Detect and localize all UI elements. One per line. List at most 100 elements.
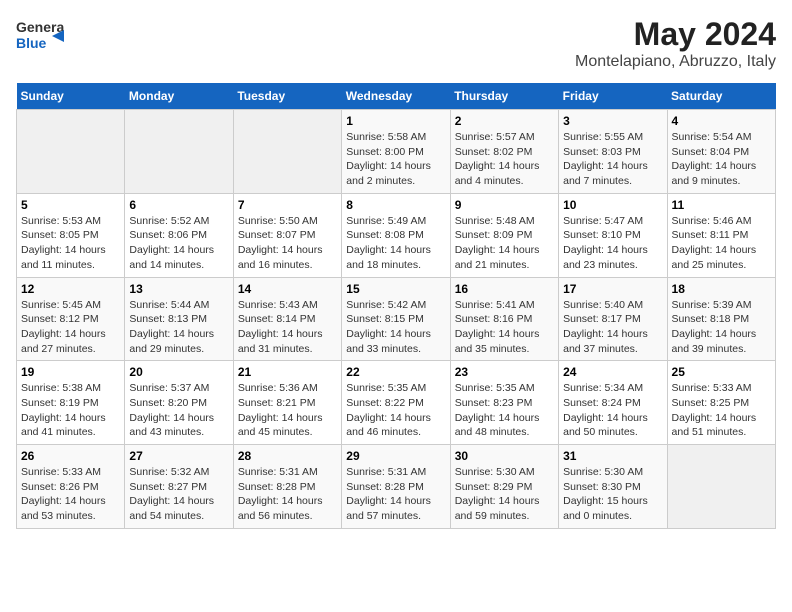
day-number: 1 [346, 114, 445, 128]
location-title: Montelapiano, Abruzzo, Italy [575, 53, 776, 71]
calendar-header-row: SundayMondayTuesdayWednesdayThursdayFrid… [17, 83, 776, 110]
calendar-cell [233, 110, 341, 194]
calendar-cell: 13Sunrise: 5:44 AM Sunset: 8:13 PM Dayli… [125, 277, 233, 361]
calendar-cell: 17Sunrise: 5:40 AM Sunset: 8:17 PM Dayli… [559, 277, 667, 361]
column-header-wednesday: Wednesday [342, 83, 450, 110]
calendar-cell: 26 Sunrise: 5:33 AM Sunset: 8:26 PM Dayli… [17, 445, 125, 529]
month-title: May 2024 [575, 16, 776, 53]
day-info: Sunrise: 5:33 AM Sunset: 8:25 PM Dayligh… [672, 381, 771, 440]
calendar-cell: 19 Sunrise: 5:38 AM Sunset: 8:19 PM Dayli… [17, 361, 125, 445]
calendar-cell: 5 Sunrise: 5:53 AM Sunset: 8:05 PM Daylig… [17, 193, 125, 277]
day-number: 20 [129, 365, 228, 379]
day-number: 26 [21, 449, 120, 463]
day-number: 3 [563, 114, 662, 128]
day-number: 23 [455, 365, 554, 379]
calendar-cell: 12 Sunrise: 5:45 AM Sunset: 8:12 PM Dayli… [17, 277, 125, 361]
calendar-cell: 8Sunrise: 5:49 AM Sunset: 8:08 PM Daylig… [342, 193, 450, 277]
calendar-week-row: 5 Sunrise: 5:53 AM Sunset: 8:05 PM Daylig… [17, 193, 776, 277]
day-info: Sunrise: 5:57 AM Sunset: 8:02 PM Dayligh… [455, 130, 554, 189]
calendar-cell: 10 Sunrise: 5:47 AM Sunset: 8:10 PM Dayli… [559, 193, 667, 277]
calendar-cell: 20Sunrise: 5:37 AM Sunset: 8:20 PM Dayli… [125, 361, 233, 445]
day-info: Sunrise: 5:40 AM Sunset: 8:17 PM Dayligh… [563, 298, 662, 357]
day-info: Sunrise: 5:31 AM Sunset: 8:28 PM Dayligh… [238, 465, 337, 524]
column-header-thursday: Thursday [450, 83, 558, 110]
day-number: 18 [672, 282, 771, 296]
day-number: 14 [238, 282, 337, 296]
day-info: Sunrise: 5:38 AM Sunset: 8:19 PM Dayligh… [21, 381, 120, 440]
calendar-cell: 21 Sunrise: 5:36 AM Sunset: 8:21 PM Dayli… [233, 361, 341, 445]
day-info: Sunrise: 5:31 AM Sunset: 8:28 PM Dayligh… [346, 465, 445, 524]
day-number: 29 [346, 449, 445, 463]
day-info: Sunrise: 5:41 AM Sunset: 8:16 PM Dayligh… [455, 298, 554, 357]
svg-text:Blue: Blue [16, 35, 47, 51]
calendar-cell: 9 Sunrise: 5:48 AM Sunset: 8:09 PM Daylig… [450, 193, 558, 277]
day-number: 11 [672, 198, 771, 212]
day-info: Sunrise: 5:58 AM Sunset: 8:00 PM Dayligh… [346, 130, 445, 189]
day-info: Sunrise: 5:43 AM Sunset: 8:14 PM Dayligh… [238, 298, 337, 357]
calendar-cell: 22 Sunrise: 5:35 AM Sunset: 8:22 PM Dayli… [342, 361, 450, 445]
day-number: 30 [455, 449, 554, 463]
day-info: Sunrise: 5:52 AM Sunset: 8:06 PM Dayligh… [129, 214, 228, 273]
day-number: 22 [346, 365, 445, 379]
day-info: Sunrise: 5:54 AM Sunset: 8:04 PM Dayligh… [672, 130, 771, 189]
day-number: 25 [672, 365, 771, 379]
day-number: 24 [563, 365, 662, 379]
day-number: 16 [455, 282, 554, 296]
calendar-week-row: 26 Sunrise: 5:33 AM Sunset: 8:26 PM Dayli… [17, 445, 776, 529]
calendar-cell: 15 Sunrise: 5:42 AM Sunset: 8:15 PM Dayli… [342, 277, 450, 361]
day-info: Sunrise: 5:36 AM Sunset: 8:21 PM Dayligh… [238, 381, 337, 440]
day-number: 13 [129, 282, 228, 296]
day-info: Sunrise: 5:30 AM Sunset: 8:30 PM Dayligh… [563, 465, 662, 524]
day-number: 19 [21, 365, 120, 379]
day-info: Sunrise: 5:50 AM Sunset: 8:07 PM Dayligh… [238, 214, 337, 273]
day-info: Sunrise: 5:32 AM Sunset: 8:27 PM Dayligh… [129, 465, 228, 524]
column-header-saturday: Saturday [667, 83, 775, 110]
day-info: Sunrise: 5:53 AM Sunset: 8:05 PM Dayligh… [21, 214, 120, 273]
calendar-cell: 31 Sunrise: 5:30 AM Sunset: 8:30 PM Dayli… [559, 445, 667, 529]
day-info: Sunrise: 5:35 AM Sunset: 8:22 PM Dayligh… [346, 381, 445, 440]
svg-text:General: General [16, 19, 64, 35]
day-number: 12 [21, 282, 120, 296]
calendar-cell: 3 Sunrise: 5:55 AM Sunset: 8:03 PM Daylig… [559, 110, 667, 194]
column-header-friday: Friday [559, 83, 667, 110]
calendar-week-row: 12 Sunrise: 5:45 AM Sunset: 8:12 PM Dayli… [17, 277, 776, 361]
column-header-tuesday: Tuesday [233, 83, 341, 110]
page-header: General Blue May 2024 Montelapiano, Abru… [16, 16, 776, 71]
calendar-cell: 24Sunrise: 5:34 AM Sunset: 8:24 PM Dayli… [559, 361, 667, 445]
calendar-cell: 29 Sunrise: 5:31 AM Sunset: 8:28 PM Dayli… [342, 445, 450, 529]
column-header-monday: Monday [125, 83, 233, 110]
day-number: 4 [672, 114, 771, 128]
day-info: Sunrise: 5:48 AM Sunset: 8:09 PM Dayligh… [455, 214, 554, 273]
logo-icon: General Blue [16, 16, 64, 61]
calendar-cell: 7Sunrise: 5:50 AM Sunset: 8:07 PM Daylig… [233, 193, 341, 277]
calendar-cell: 4 Sunrise: 5:54 AM Sunset: 8:04 PM Daylig… [667, 110, 775, 194]
day-number: 15 [346, 282, 445, 296]
day-info: Sunrise: 5:55 AM Sunset: 8:03 PM Dayligh… [563, 130, 662, 189]
day-info: Sunrise: 5:47 AM Sunset: 8:10 PM Dayligh… [563, 214, 662, 273]
title-block: May 2024 Montelapiano, Abruzzo, Italy [575, 16, 776, 71]
calendar-cell: 30 Sunrise: 5:30 AM Sunset: 8:29 PM Dayli… [450, 445, 558, 529]
day-info: Sunrise: 5:30 AM Sunset: 8:29 PM Dayligh… [455, 465, 554, 524]
day-info: Sunrise: 5:42 AM Sunset: 8:15 PM Dayligh… [346, 298, 445, 357]
logo: General Blue [16, 16, 64, 61]
calendar-cell [125, 110, 233, 194]
column-header-sunday: Sunday [17, 83, 125, 110]
day-info: Sunrise: 5:33 AM Sunset: 8:26 PM Dayligh… [21, 465, 120, 524]
calendar-week-row: 19 Sunrise: 5:38 AM Sunset: 8:19 PM Dayli… [17, 361, 776, 445]
day-info: Sunrise: 5:49 AM Sunset: 8:08 PM Dayligh… [346, 214, 445, 273]
day-info: Sunrise: 5:45 AM Sunset: 8:12 PM Dayligh… [21, 298, 120, 357]
day-number: 10 [563, 198, 662, 212]
calendar-cell: 23 Sunrise: 5:35 AM Sunset: 8:23 PM Dayli… [450, 361, 558, 445]
calendar-cell: 25 Sunrise: 5:33 AM Sunset: 8:25 PM Dayli… [667, 361, 775, 445]
day-number: 9 [455, 198, 554, 212]
day-number: 27 [129, 449, 228, 463]
calendar-week-row: 1 Sunrise: 5:58 AM Sunset: 8:00 PM Daylig… [17, 110, 776, 194]
calendar-cell: 28Sunrise: 5:31 AM Sunset: 8:28 PM Dayli… [233, 445, 341, 529]
day-number: 5 [21, 198, 120, 212]
day-info: Sunrise: 5:35 AM Sunset: 8:23 PM Dayligh… [455, 381, 554, 440]
calendar-cell [17, 110, 125, 194]
calendar-cell: 18Sunrise: 5:39 AM Sunset: 8:18 PM Dayli… [667, 277, 775, 361]
day-number: 31 [563, 449, 662, 463]
day-number: 21 [238, 365, 337, 379]
calendar-cell: 6Sunrise: 5:52 AM Sunset: 8:06 PM Daylig… [125, 193, 233, 277]
